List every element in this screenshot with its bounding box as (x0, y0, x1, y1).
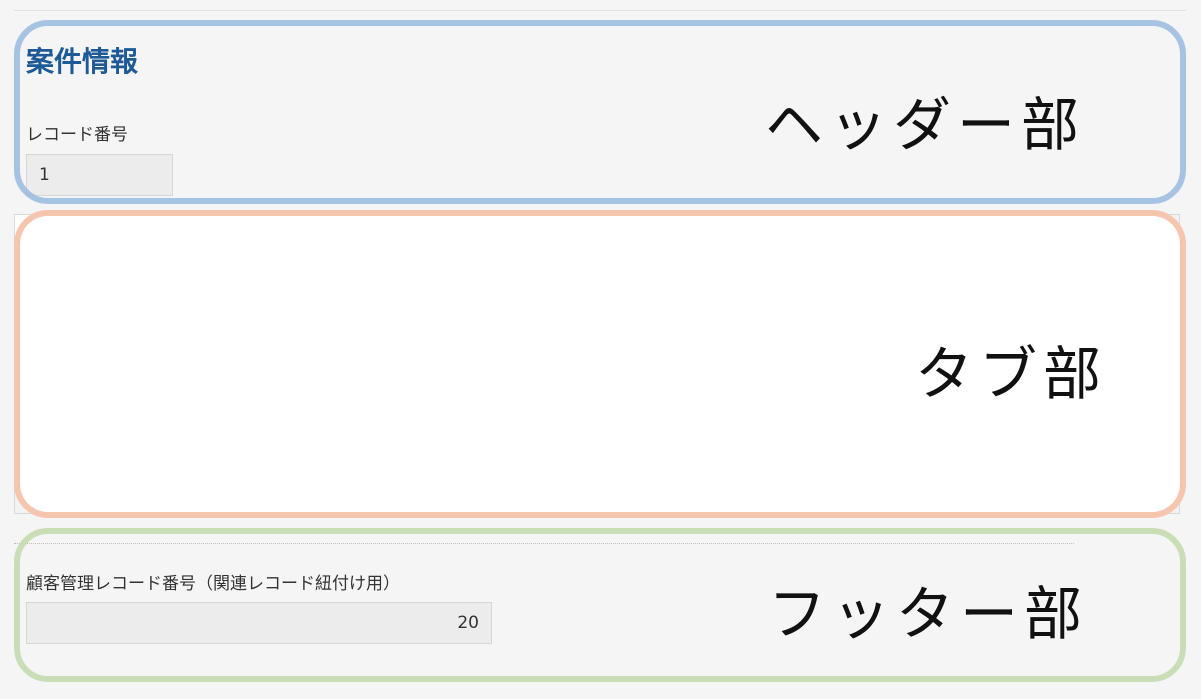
tab-region-label: タブ部 (915, 340, 1108, 408)
tab-strip: 基本情報 契約プラン 詳細情報 全項目 (15, 215, 1179, 272)
tab-all-items[interactable]: 全項目 (446, 215, 563, 271)
customer-name-label: 顧客名 (62, 304, 113, 324)
project-name-label: 案件名 (62, 405, 113, 425)
record-number-label: レコード番号 (26, 125, 128, 145)
customer-record-field[interactable]: 20 (26, 602, 492, 644)
tab-basic-info[interactable]: 基本情報 (15, 215, 152, 272)
customer-name-link[interactable]: 金都運総研 (62, 333, 537, 375)
footer-region-label: フッター部 (768, 580, 1089, 648)
probability-label: 確度 (762, 405, 796, 425)
probability-field[interactable]: 100% (762, 434, 938, 476)
tab-contract-plan[interactable]: 契約プラン (152, 215, 309, 271)
person-in-charge-label: 担当者名 (762, 304, 830, 324)
department-label: 部署名 (560, 304, 611, 324)
footer-divider (14, 543, 1074, 544)
project-name-field[interactable]: 金都運総研営業支援ツール案件 (62, 434, 739, 476)
customer-record-label: 顧客管理レコード番号（関連レコード紐付け用） (26, 574, 400, 594)
department-field[interactable]: 情報システム部 (560, 333, 739, 375)
header-region-label: ヘッダー部 (765, 91, 1086, 159)
person-in-charge-field[interactable]: 下山 達士 (762, 333, 938, 375)
page-title: 案件情報 (26, 45, 139, 78)
top-divider (14, 10, 1186, 11)
tab-details[interactable]: 詳細情報 (309, 215, 446, 271)
record-number-field[interactable]: 1 (26, 154, 173, 196)
first-meeting-date-field[interactable]: 2018-01-11 (961, 434, 1104, 476)
